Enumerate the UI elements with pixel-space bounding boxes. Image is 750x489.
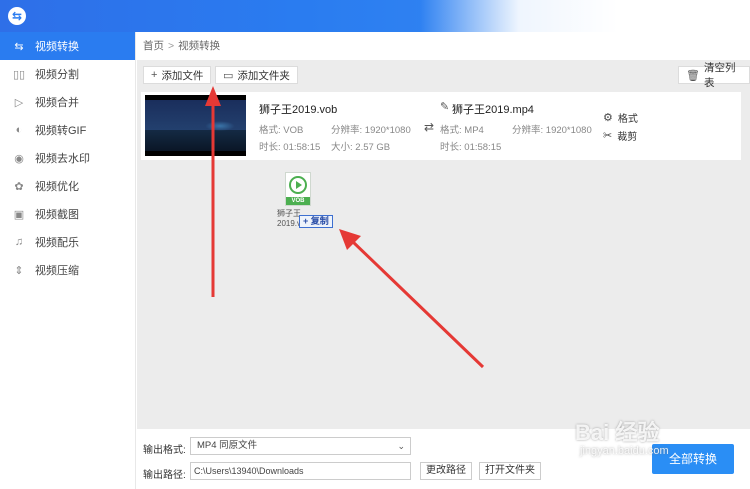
sidebar-item-label: 视频压缩 xyxy=(35,265,79,277)
source-size-value: 2.57 GB xyxy=(355,142,391,153)
sidebar-item-label: 视频转GIF xyxy=(35,125,87,137)
source-format: 格式: VOB xyxy=(259,122,303,136)
convert-icon: ⇆ xyxy=(14,40,24,53)
sidebar: ⇆ 视频转换 ▯▯ 视频分割 ▷ 视频合并 ◐ 视频转GIF ◉ 视频去水印 ✿… xyxy=(0,32,136,489)
open-folder-button[interactable]: 打开文件夹 xyxy=(479,462,541,480)
plus-icon: + xyxy=(151,69,158,81)
watermark-url: jingyan.baidu.com xyxy=(580,445,669,457)
output-format-value: MP4 同原文件 xyxy=(197,440,258,451)
gear-icon: ⚙ xyxy=(603,112,613,124)
add-folder-button[interactable]: ▭ 添加文件夹 xyxy=(215,66,298,84)
source-size-label: 大小: xyxy=(331,142,353,153)
shuffle-icon: ⇄ xyxy=(424,120,435,134)
target-resolution: 分辨率: 1920*1080 xyxy=(512,122,592,136)
source-duration-value: 01:58:15 xyxy=(283,142,321,153)
scissors-icon: ✂ xyxy=(603,130,613,142)
breadcrumb-current: 视频转换 xyxy=(178,40,221,52)
target-duration-value: 01:58:15 xyxy=(464,142,502,153)
format-settings-label: 格式 xyxy=(617,114,638,125)
source-format-label: 格式: xyxy=(259,125,281,136)
sidebar-item-compress[interactable]: ⇕ 视频压缩 xyxy=(0,256,135,284)
watermark-icon: ◉ xyxy=(14,152,24,165)
watermark-logo: Bai 经验 xyxy=(575,420,660,445)
add-file-button[interactable]: + 添加文件 xyxy=(143,66,212,84)
sidebar-item-merge[interactable]: ▷ 视频合并 xyxy=(0,88,135,116)
target-duration-label: 时长: xyxy=(440,142,462,153)
sidebar-item-optimize[interactable]: ✿ 视频优化 xyxy=(0,172,135,200)
compress-icon: ⇕ xyxy=(14,264,24,277)
copy-badge: + 复制 xyxy=(299,215,333,228)
play-icon xyxy=(289,176,307,194)
title-bar: ⇆ xyxy=(0,0,750,32)
clear-list-label: 清空列表 xyxy=(703,62,736,89)
output-path-label: 输出路径: xyxy=(143,470,186,481)
target-resolution-label: 分辨率: xyxy=(512,125,544,136)
cut-button[interactable]: ✂ 裁剪 xyxy=(603,128,637,143)
output-format-select[interactable]: MP4 同原文件 ⌄ xyxy=(190,437,411,455)
add-file-label: 添加文件 xyxy=(161,69,204,82)
sidebar-item-label: 视频合并 xyxy=(35,97,79,109)
gif-icon: ◐ xyxy=(15,124,23,136)
source-resolution: 分辨率: 1920*1080 xyxy=(331,122,411,136)
breadcrumb-home[interactable]: 首页 xyxy=(143,40,164,52)
sidebar-item-label: 视频转换 xyxy=(35,41,79,53)
trash-icon: 🗑 xyxy=(686,69,700,82)
target-duration: 时长: 01:58:15 xyxy=(440,139,501,153)
source-format-value: VOB xyxy=(283,125,304,136)
target-resolution-value: 1920*1080 xyxy=(545,125,592,136)
video-thumbnail xyxy=(145,95,246,156)
clear-list-button[interactable]: 🗑 清空列表 xyxy=(678,62,750,89)
sidebar-item-label: 视频分割 xyxy=(35,69,79,81)
edit-pencil-icon[interactable]: ✎ xyxy=(440,100,449,113)
sidebar-item-watermark[interactable]: ◉ 视频去水印 xyxy=(0,144,135,172)
breadcrumb-separator: > xyxy=(168,40,175,52)
cut-label: 裁剪 xyxy=(617,132,638,143)
source-size: 大小: 2.57 GB xyxy=(331,139,390,153)
target-format-label: 格式: xyxy=(440,125,462,136)
target-file-name[interactable]: 狮子王2019.mp4 xyxy=(452,101,534,117)
source-duration-label: 时长: xyxy=(259,142,281,153)
sidebar-item-gif[interactable]: ◐ 视频转GIF xyxy=(0,116,135,144)
output-path-input[interactable] xyxy=(190,462,411,480)
output-format-label: 输出格式: xyxy=(143,445,186,456)
screenshot-icon: ▣ xyxy=(13,208,25,221)
source-resolution-value: 1920*1080 xyxy=(364,125,411,136)
split-icon: ▯▯ xyxy=(12,68,26,81)
source-resolution-label: 分辨率: xyxy=(331,125,363,136)
app-logo-icon: ⇆ xyxy=(8,7,26,25)
sidebar-item-label: 视频优化 xyxy=(35,181,79,193)
change-path-button[interactable]: 更改路径 xyxy=(420,462,472,480)
source-duration: 时长: 01:58:15 xyxy=(259,139,320,153)
optimize-icon: ✿ xyxy=(14,180,24,193)
dragged-file-icon: VOB xyxy=(285,172,311,206)
target-format-value: MP4 xyxy=(464,125,484,136)
format-settings-button[interactable]: ⚙ 格式 xyxy=(603,110,638,125)
sidebar-item-music[interactable]: ♫ 视频配乐 xyxy=(0,228,135,256)
source-file-name: 狮子王2019.vob xyxy=(259,104,338,116)
music-icon: ♫ xyxy=(14,236,24,248)
title-bar-fade xyxy=(420,0,750,32)
target-format: 格式: MP4 xyxy=(440,122,484,136)
merge-icon: ▷ xyxy=(14,96,24,109)
sidebar-item-label: 视频去水印 xyxy=(35,153,90,165)
sidebar-item-split[interactable]: ▯▯ 视频分割 xyxy=(0,60,135,88)
sidebar-item-label: 视频配乐 xyxy=(35,237,79,249)
add-folder-label: 添加文件夹 xyxy=(237,69,290,82)
folder-icon: ▭ xyxy=(223,69,234,82)
sidebar-item-screenshot[interactable]: ▣ 视频截图 xyxy=(0,200,135,228)
sidebar-item-convert[interactable]: ⇆ 视频转换 xyxy=(0,32,135,60)
file-row[interactable]: 狮子王2019.vob 格式: VOB 分辨率: 1920*1080 时长: 0… xyxy=(141,92,741,160)
toolbar: + 添加文件 ▭ 添加文件夹 🗑 清空列表 xyxy=(137,62,750,89)
file-type-tag: VOB xyxy=(286,197,310,205)
chevron-down-icon: ⌄ xyxy=(397,441,405,451)
sidebar-item-label: 视频截图 xyxy=(35,209,79,221)
breadcrumb: 首页 > 视频转换 xyxy=(137,32,750,60)
